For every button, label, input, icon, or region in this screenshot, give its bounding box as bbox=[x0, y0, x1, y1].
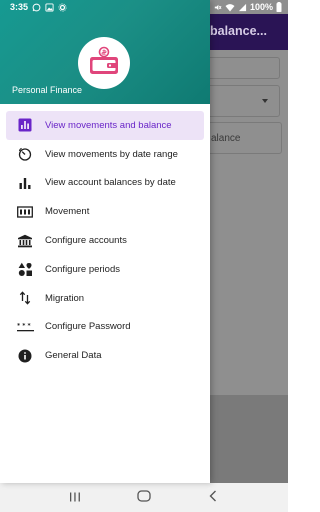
menu-item-label: View movements and balance bbox=[45, 119, 172, 131]
app-logo bbox=[78, 37, 130, 89]
svg-text:* * *: * * * bbox=[17, 322, 31, 329]
status-right: 100% bbox=[213, 2, 282, 12]
drawer-header: Personal Finance bbox=[0, 0, 210, 104]
menu-item-label: General Data bbox=[45, 350, 102, 362]
navigation-drawer: Personal Finance View movements and bala… bbox=[0, 0, 210, 483]
menu-item-label: Configure Password bbox=[45, 321, 131, 333]
menu-item-label: View movements by date range bbox=[45, 148, 178, 160]
status-left: 3:35 bbox=[10, 2, 67, 12]
menu-item-movement[interactable]: Movement bbox=[6, 197, 204, 226]
menu-item-view-movements-by-date-range[interactable]: View movements by date range bbox=[6, 140, 204, 169]
recents-button[interactable] bbox=[55, 488, 95, 508]
home-icon bbox=[137, 489, 151, 507]
info-icon bbox=[16, 347, 34, 365]
bank-icon bbox=[16, 232, 34, 250]
back-icon bbox=[209, 489, 217, 507]
background-button-text: alance bbox=[211, 133, 241, 144]
background-dropdown bbox=[200, 85, 280, 117]
photo-icon bbox=[45, 2, 54, 12]
menu-item-migration[interactable]: Migration bbox=[6, 284, 204, 313]
signal-icon bbox=[238, 3, 247, 12]
dropdown-caret-icon bbox=[262, 99, 268, 103]
system-nav-bar bbox=[0, 483, 288, 512]
mute-icon bbox=[213, 3, 222, 12]
menu-item-label: View account balances by date bbox=[45, 177, 176, 189]
timer-icon bbox=[16, 145, 34, 163]
password-icon: * * * bbox=[16, 318, 34, 336]
background-field bbox=[200, 57, 280, 79]
menu-item-label: Movement bbox=[45, 206, 90, 218]
battery-level: 100% bbox=[249, 2, 273, 12]
swap-vert-icon bbox=[16, 289, 34, 307]
menu-item-label: Configure accounts bbox=[45, 235, 127, 247]
battery-icon bbox=[276, 2, 282, 12]
app-name: Personal Finance bbox=[12, 85, 83, 95]
bar-chart-icon bbox=[16, 116, 34, 134]
wallet-icon bbox=[87, 46, 121, 81]
menu-item-label: Migration bbox=[45, 292, 85, 304]
menu-item-general-data[interactable]: General Data bbox=[6, 341, 204, 370]
menu-item-configure-accounts[interactable]: Configure accounts bbox=[6, 226, 204, 255]
wifi-icon bbox=[225, 3, 235, 12]
movement-icon bbox=[16, 203, 34, 221]
bar-chart-icon bbox=[16, 174, 34, 192]
home-button[interactable] bbox=[124, 488, 164, 508]
category-icon bbox=[16, 260, 34, 278]
menu-item-label: Configure periods bbox=[45, 263, 120, 275]
menu-item-view-account-balances-by-date[interactable]: View account balances by date bbox=[6, 169, 204, 198]
settings-icon bbox=[58, 2, 67, 12]
status-bar: 3:35 100% bbox=[0, 0, 288, 14]
menu-item-configure-password[interactable]: * * * Configure Password bbox=[6, 313, 204, 342]
recents-icon bbox=[69, 489, 81, 507]
whatsapp-icon bbox=[32, 3, 41, 12]
menu-item-configure-periods[interactable]: Configure periods bbox=[6, 255, 204, 284]
status-time: 3:35 bbox=[10, 2, 29, 12]
back-button[interactable] bbox=[193, 488, 233, 508]
drawer-menu: View movements and balance View movement… bbox=[0, 111, 210, 370]
menu-item-view-movements-and-balance[interactable]: View movements and balance bbox=[6, 111, 204, 140]
app-bar-title: balance... bbox=[210, 24, 267, 38]
